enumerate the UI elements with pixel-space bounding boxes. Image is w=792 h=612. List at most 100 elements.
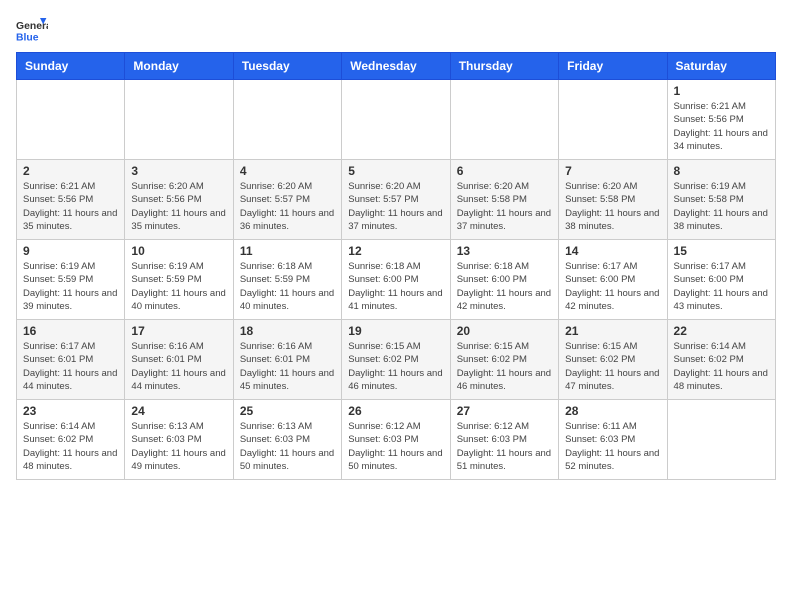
day-cell-16: 16 Sunrise: 6:17 AM Sunset: 6:01 PM Dayli…	[17, 320, 125, 400]
logo-icon: General Blue	[16, 16, 48, 44]
day-cell-13: 13 Sunrise: 6:18 AM Sunset: 6:00 PM Dayli…	[450, 240, 558, 320]
day-info-10: Sunrise: 6:19 AM Sunset: 5:59 PM Dayligh…	[131, 260, 226, 313]
day-number-16: 16	[23, 324, 118, 338]
day-cell-24: 24 Sunrise: 6:13 AM Sunset: 6:03 PM Dayli…	[125, 400, 233, 480]
day-info-7: Sunrise: 6:20 AM Sunset: 5:58 PM Dayligh…	[565, 180, 660, 233]
day-cell-7: 7 Sunrise: 6:20 AM Sunset: 5:58 PM Daylig…	[559, 160, 667, 240]
day-cell-26: 26Sunrise: 6:12 AM Sunset: 6:03 PM Dayli…	[342, 400, 450, 480]
day-number-24: 24	[131, 404, 226, 418]
day-cell-23: 23 Sunrise: 6:14 AM Sunset: 6:02 PM Dayli…	[17, 400, 125, 480]
day-number-22: 22	[674, 324, 769, 338]
weekday-header-thursday: Thursday	[450, 53, 558, 80]
day-info-6: Sunrise: 6:20 AM Sunset: 5:58 PM Dayligh…	[457, 180, 552, 233]
day-cell-18: 18 Sunrise: 6:16 AM Sunset: 6:01 PM Dayli…	[233, 320, 341, 400]
day-info-25: Sunrise: 6:13 AM Sunset: 6:03 PM Dayligh…	[240, 420, 335, 473]
day-cell-10: 10 Sunrise: 6:19 AM Sunset: 5:59 PM Dayli…	[125, 240, 233, 320]
empty-cell	[125, 80, 233, 160]
day-info-15: Sunrise: 6:17 AM Sunset: 6:00 PM Dayligh…	[674, 260, 769, 313]
day-number-8: 8	[674, 164, 769, 178]
day-cell-9: 9 Sunrise: 6:19 AM Sunset: 5:59 PM Daylig…	[17, 240, 125, 320]
day-info-14: Sunrise: 6:17 AM Sunset: 6:00 PM Dayligh…	[565, 260, 660, 313]
day-cell-11: 11 Sunrise: 6:18 AM Sunset: 5:59 PM Dayli…	[233, 240, 341, 320]
day-cell-21: 21 Sunrise: 6:15 AM Sunset: 6:02 PM Dayli…	[559, 320, 667, 400]
day-cell-17: 17Sunrise: 6:16 AM Sunset: 6:01 PM Dayli…	[125, 320, 233, 400]
day-info-1: Sunrise: 6:21 AM Sunset: 5:56 PM Dayligh…	[674, 100, 769, 153]
day-info-2: Sunrise: 6:21 AM Sunset: 5:56 PM Dayligh…	[23, 180, 118, 233]
day-number-7: 7	[565, 164, 660, 178]
day-number-1: 1	[674, 84, 769, 98]
day-number-18: 18	[240, 324, 335, 338]
day-number-11: 11	[240, 244, 335, 258]
day-info-18: Sunrise: 6:16 AM Sunset: 6:01 PM Dayligh…	[240, 340, 335, 393]
day-info-3: Sunrise: 6:20 AM Sunset: 5:56 PM Dayligh…	[131, 180, 226, 233]
day-info-24: Sunrise: 6:13 AM Sunset: 6:03 PM Dayligh…	[131, 420, 226, 473]
calendar-table: SundayMondayTuesdayWednesdayThursdayFrid…	[16, 52, 776, 480]
day-info-8: Sunrise: 6:19 AM Sunset: 5:58 PM Dayligh…	[674, 180, 769, 233]
day-number-20: 20	[457, 324, 552, 338]
day-cell-19: 19 Sunrise: 6:15 AM Sunset: 6:02 PM Dayli…	[342, 320, 450, 400]
weekday-header-monday: Monday	[125, 53, 233, 80]
day-number-23: 23	[23, 404, 118, 418]
empty-cell	[450, 80, 558, 160]
day-cell-22: 22 Sunrise: 6:14 AM Sunset: 6:02 PM Dayli…	[667, 320, 775, 400]
day-info-12: Sunrise: 6:18 AM Sunset: 6:00 PM Dayligh…	[348, 260, 443, 313]
day-info-21: Sunrise: 6:15 AM Sunset: 6:02 PM Dayligh…	[565, 340, 660, 393]
day-number-28: 28	[565, 404, 660, 418]
day-cell-25: 25 Sunrise: 6:13 AM Sunset: 6:03 PM Dayli…	[233, 400, 341, 480]
day-cell-15: 15 Sunrise: 6:17 AM Sunset: 6:00 PM Dayli…	[667, 240, 775, 320]
week-row-2: 2 Sunrise: 6:21 AM Sunset: 5:56 PM Daylig…	[17, 160, 776, 240]
day-info-26: Sunrise: 6:12 AM Sunset: 6:03 PM Dayligh…	[348, 420, 443, 473]
day-number-19: 19	[348, 324, 443, 338]
day-number-4: 4	[240, 164, 335, 178]
week-row-5: 23 Sunrise: 6:14 AM Sunset: 6:02 PM Dayli…	[17, 400, 776, 480]
day-info-20: Sunrise: 6:15 AM Sunset: 6:02 PM Dayligh…	[457, 340, 552, 393]
day-number-6: 6	[457, 164, 552, 178]
week-row-3: 9 Sunrise: 6:19 AM Sunset: 5:59 PM Daylig…	[17, 240, 776, 320]
empty-cell	[233, 80, 341, 160]
day-info-23: Sunrise: 6:14 AM Sunset: 6:02 PM Dayligh…	[23, 420, 118, 473]
day-info-4: Sunrise: 6:20 AM Sunset: 5:57 PM Dayligh…	[240, 180, 335, 233]
day-info-22: Sunrise: 6:14 AM Sunset: 6:02 PM Dayligh…	[674, 340, 769, 393]
day-info-9: Sunrise: 6:19 AM Sunset: 5:59 PM Dayligh…	[23, 260, 118, 313]
logo: General Blue	[16, 16, 48, 44]
svg-text:Blue: Blue	[16, 32, 39, 43]
day-info-13: Sunrise: 6:18 AM Sunset: 6:00 PM Dayligh…	[457, 260, 552, 313]
day-cell-5: 5Sunrise: 6:20 AM Sunset: 5:57 PM Daylig…	[342, 160, 450, 240]
day-cell-12: 12 Sunrise: 6:18 AM Sunset: 6:00 PM Dayli…	[342, 240, 450, 320]
day-cell-3: 3Sunrise: 6:20 AM Sunset: 5:56 PM Daylig…	[125, 160, 233, 240]
day-info-11: Sunrise: 6:18 AM Sunset: 5:59 PM Dayligh…	[240, 260, 335, 313]
empty-cell	[342, 80, 450, 160]
day-number-15: 15	[674, 244, 769, 258]
weekday-header-sunday: Sunday	[17, 53, 125, 80]
day-info-19: Sunrise: 6:15 AM Sunset: 6:02 PM Dayligh…	[348, 340, 443, 393]
day-cell-20: 20 Sunrise: 6:15 AM Sunset: 6:02 PM Dayli…	[450, 320, 558, 400]
day-number-13: 13	[457, 244, 552, 258]
day-cell-1: 1 Sunrise: 6:21 AM Sunset: 5:56 PM Daylig…	[667, 80, 775, 160]
week-row-1: 1 Sunrise: 6:21 AM Sunset: 5:56 PM Daylig…	[17, 80, 776, 160]
empty-cell	[667, 400, 775, 480]
day-number-14: 14	[565, 244, 660, 258]
day-cell-27: 27 Sunrise: 6:12 AM Sunset: 6:03 PM Dayli…	[450, 400, 558, 480]
day-info-16: Sunrise: 6:17 AM Sunset: 6:01 PM Dayligh…	[23, 340, 118, 393]
day-cell-28: 28 Sunrise: 6:11 AM Sunset: 6:03 PM Dayli…	[559, 400, 667, 480]
page-header: General Blue	[16, 16, 776, 44]
day-info-27: Sunrise: 6:12 AM Sunset: 6:03 PM Dayligh…	[457, 420, 552, 473]
day-number-5: 5	[348, 164, 443, 178]
day-info-17: Sunrise: 6:16 AM Sunset: 6:01 PM Dayligh…	[131, 340, 226, 393]
day-cell-6: 6 Sunrise: 6:20 AM Sunset: 5:58 PM Daylig…	[450, 160, 558, 240]
day-number-2: 2	[23, 164, 118, 178]
empty-cell	[17, 80, 125, 160]
day-number-27: 27	[457, 404, 552, 418]
day-number-9: 9	[23, 244, 118, 258]
empty-cell	[559, 80, 667, 160]
weekday-header-friday: Friday	[559, 53, 667, 80]
day-number-21: 21	[565, 324, 660, 338]
weekday-header-wednesday: Wednesday	[342, 53, 450, 80]
day-info-28: Sunrise: 6:11 AM Sunset: 6:03 PM Dayligh…	[565, 420, 660, 473]
week-row-4: 16 Sunrise: 6:17 AM Sunset: 6:01 PM Dayli…	[17, 320, 776, 400]
day-number-12: 12	[348, 244, 443, 258]
day-number-10: 10	[131, 244, 226, 258]
weekday-header-tuesday: Tuesday	[233, 53, 341, 80]
day-cell-2: 2 Sunrise: 6:21 AM Sunset: 5:56 PM Daylig…	[17, 160, 125, 240]
day-number-25: 25	[240, 404, 335, 418]
